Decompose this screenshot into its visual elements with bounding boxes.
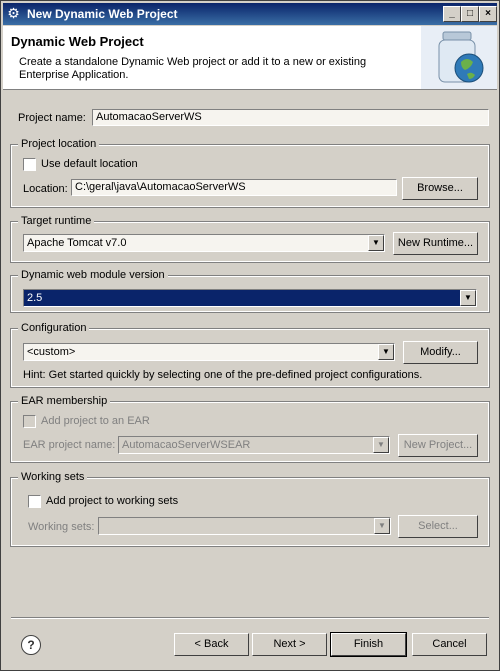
working-sets-label: Working sets: xyxy=(28,521,95,533)
use-default-location-label: Use default location xyxy=(41,158,138,170)
module-version-value: 2.5 xyxy=(27,292,43,304)
project-jar-globe-icon xyxy=(421,26,497,89)
help-icon[interactable]: ? xyxy=(21,635,41,655)
location-input[interactable]: C:\geral\java\AutomacaoServerWS xyxy=(71,179,397,196)
configuration-hint: Hint: Get started quickly by selecting o… xyxy=(23,369,423,381)
add-to-working-sets-label: Add project to working sets xyxy=(46,495,179,507)
target-runtime-group-label: Target runtime xyxy=(18,215,95,227)
new-project-button[interactable]: New Project... xyxy=(398,434,478,457)
window-title: New Dynamic Web Project xyxy=(27,7,178,21)
chevron-down-icon: ▼ xyxy=(374,518,390,534)
ear-project-name-value: AutomacaoServerWSEAR xyxy=(122,439,251,451)
close-button[interactable]: × xyxy=(479,6,497,22)
ear-membership-group-label: EAR membership xyxy=(18,395,111,407)
working-sets-combo[interactable]: ▼ xyxy=(98,517,391,535)
add-to-ear-checkbox[interactable] xyxy=(23,415,36,428)
target-runtime-combo[interactable]: Apache Tomcat v7.0 ▼ xyxy=(23,234,385,252)
cancel-button[interactable]: Cancel xyxy=(412,633,487,656)
modify-button[interactable]: Modify... xyxy=(403,341,478,364)
configuration-group-label: Configuration xyxy=(18,322,90,334)
chevron-down-icon: ▼ xyxy=(368,235,384,251)
ear-project-name-combo[interactable]: AutomacaoServerWSEAR ▼ xyxy=(118,436,390,454)
project-name-label: Project name: xyxy=(18,112,86,124)
eclipse-gear-icon: ⚙ xyxy=(7,5,20,21)
minimize-button[interactable]: _ xyxy=(443,6,461,22)
wizard-banner: Dynamic Web Project Create a standalone … xyxy=(3,26,497,90)
configuration-combo[interactable]: <custom> ▼ xyxy=(23,343,395,361)
page-title: Dynamic Web Project xyxy=(11,34,144,49)
module-version-group-label: Dynamic web module version xyxy=(18,269,168,281)
chevron-down-icon: ▼ xyxy=(373,437,389,453)
finish-button[interactable]: Finish xyxy=(330,632,407,657)
maximize-button[interactable]: □ xyxy=(461,6,479,22)
project-location-group-label: Project location xyxy=(18,138,100,150)
add-to-working-sets-checkbox[interactable] xyxy=(28,495,41,508)
use-default-location-checkbox[interactable] xyxy=(23,158,36,171)
project-name-input[interactable]: AutomacaoServerWS xyxy=(92,109,489,126)
configuration-value: <custom> xyxy=(27,346,76,358)
working-sets-group-label: Working sets xyxy=(18,471,88,483)
browse-button[interactable]: Browse... xyxy=(402,177,478,200)
title-bar: ⚙ New Dynamic Web Project _ □ × xyxy=(3,3,497,25)
new-runtime-button[interactable]: New Runtime... xyxy=(393,232,478,255)
chevron-down-icon: ▼ xyxy=(460,290,476,306)
dialog-window: ⚙ New Dynamic Web Project _ □ × Dynamic … xyxy=(0,0,500,671)
footer-separator xyxy=(11,617,489,619)
next-button[interactable]: Next > xyxy=(252,633,327,656)
target-runtime-value: Apache Tomcat v7.0 xyxy=(27,237,127,249)
location-label: Location: xyxy=(23,183,68,195)
page-description: Create a standalone Dynamic Web project … xyxy=(19,56,367,81)
back-button[interactable]: < Back xyxy=(174,633,249,656)
select-working-sets-button[interactable]: Select... xyxy=(398,515,478,538)
module-version-combo[interactable]: 2.5 ▼ xyxy=(23,289,477,307)
ear-project-name-label: EAR project name: xyxy=(23,439,116,451)
add-to-ear-label: Add project to an EAR xyxy=(41,415,150,427)
chevron-down-icon: ▼ xyxy=(378,344,394,360)
